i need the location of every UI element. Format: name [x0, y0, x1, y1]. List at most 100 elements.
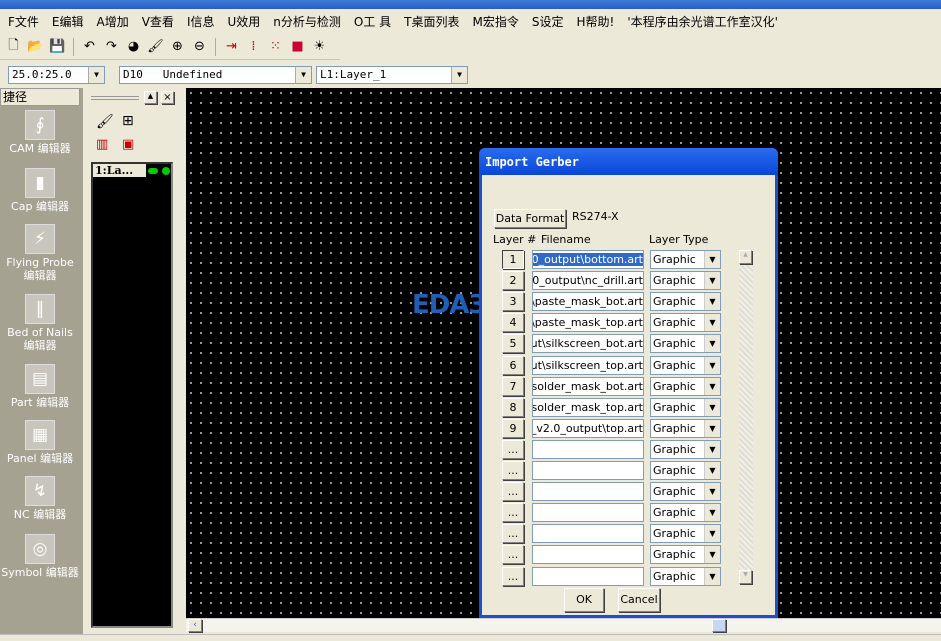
ok-button[interactable]: OK: [564, 588, 604, 612]
redo-icon[interactable]: ↷: [102, 37, 121, 56]
chevron-down-icon[interactable]: ▼: [704, 272, 720, 290]
filename-input[interactable]: [532, 545, 644, 565]
grid-dots-icon[interactable]: ⁙: [266, 37, 285, 56]
filename-input[interactable]: output\paste_mask_bot.art: [532, 292, 644, 312]
layer-type-select[interactable]: Graphic ▼: [650, 376, 721, 396]
chevron-down-icon[interactable]: ▼: [704, 440, 720, 458]
layer-type-select[interactable]: Graphic ▼: [650, 250, 721, 269]
layer-number-button[interactable]: ...: [502, 439, 524, 459]
shortcut-tool[interactable]: ⚡ Flying Probe 编辑器: [0, 224, 80, 282]
chevron-down-icon[interactable]: ▼: [704, 483, 720, 501]
chevron-down-icon[interactable]: ▼: [704, 567, 720, 585]
rows-scrollbar[interactable]: ▲ ▼: [739, 250, 753, 584]
layer-number-button[interactable]: 4: [502, 313, 524, 333]
chevron-down-icon[interactable]: ▼: [704, 546, 720, 564]
layer-visible-indicator[interactable]: [148, 167, 158, 174]
color-icon[interactable]: ■: [288, 37, 307, 56]
layer-type-select[interactable]: Graphic ▼: [650, 313, 721, 333]
layer-type-select[interactable]: Graphic ▼: [650, 461, 721, 480]
menu-item[interactable]: V查看: [142, 13, 174, 30]
chevron-down-icon[interactable]: ▼: [704, 293, 720, 311]
layer-type-select[interactable]: Graphic ▼: [650, 524, 721, 544]
filename-input[interactable]: [532, 482, 644, 502]
menu-item[interactable]: H帮助!: [576, 13, 614, 30]
shortcut-tool[interactable]: ‖ Bed of Nails 编辑器: [0, 294, 80, 352]
grid-icon[interactable]: ⁞: [244, 37, 263, 56]
grid-combo[interactable]: 25.0:25.0 ▼: [8, 66, 105, 84]
close-icon[interactable]: ×: [161, 91, 174, 104]
layer-number-button[interactable]: ...: [502, 524, 524, 544]
shortcut-tool[interactable]: ↯ NC 编辑器: [0, 476, 80, 521]
chevron-down-icon[interactable]: ▼: [704, 314, 720, 332]
layer-type-select[interactable]: Graphic ▼: [650, 503, 721, 523]
chevron-down-icon[interactable]: ▼: [704, 462, 720, 479]
menu-item[interactable]: U效用: [227, 13, 260, 30]
brush-icon[interactable]: 🖌: [96, 114, 114, 130]
menu-item[interactable]: '本程序由余光谱工作室汉化': [627, 13, 778, 30]
open-icon[interactable]: 📂: [26, 37, 45, 56]
layer-type-select[interactable]: Graphic ▼: [650, 439, 721, 459]
filename-input[interactable]: [532, 503, 644, 523]
layer-number-button[interactable]: 8: [502, 397, 524, 417]
chevron-down-icon[interactable]: ▼: [704, 525, 720, 543]
chevron-down-icon[interactable]: ▼: [88, 67, 104, 83]
layer-number-button[interactable]: ...: [502, 461, 524, 480]
clear-icon[interactable]: 🖌: [146, 37, 165, 56]
layer-number-button[interactable]: 9: [502, 418, 524, 438]
chevron-down-icon[interactable]: ▼: [704, 356, 720, 374]
chevron-down-icon[interactable]: ▼: [451, 67, 467, 83]
layer-type-select[interactable]: Graphic ▼: [650, 418, 721, 438]
menu-item[interactable]: E编辑: [52, 13, 84, 30]
scroll-thumb[interactable]: [712, 619, 726, 632]
collapse-button[interactable]: ▲: [144, 91, 157, 104]
layer-number-button[interactable]: 5: [502, 334, 524, 354]
scroll-left-button[interactable]: ‹: [188, 619, 202, 632]
layer-active-indicator[interactable]: [162, 166, 170, 175]
filename-input[interactable]: [532, 566, 644, 586]
filename-input[interactable]: pcb_v2.0_output\nc_drill.art: [532, 271, 644, 291]
layer-type-select[interactable]: Graphic ▼: [650, 545, 721, 565]
layer-type-select[interactable]: Graphic ▼: [650, 482, 721, 502]
light-icon[interactable]: ☀: [310, 37, 329, 56]
layer-type-select[interactable]: Graphic ▼: [650, 397, 721, 417]
layer-number-button[interactable]: 2: [502, 271, 524, 291]
layer-item[interactable]: 1:La...: [93, 164, 171, 177]
scroll-down-button[interactable]: ▼: [739, 570, 752, 584]
chevron-down-icon[interactable]: ▼: [704, 377, 720, 395]
menu-item[interactable]: F文件: [8, 13, 39, 30]
layer-number-button[interactable]: ...: [502, 566, 524, 586]
layer-type-select[interactable]: Graphic ▼: [650, 355, 721, 375]
filename-input[interactable]: pcb_v2.0_output\bottom.art: [532, 250, 644, 269]
shortcut-tool[interactable]: ◎ Symbol 编辑器: [0, 534, 80, 579]
layer-number-button[interactable]: ...: [502, 503, 524, 523]
menu-item[interactable]: S设定: [532, 13, 564, 30]
filename-input[interactable]: output\silkscreen_top.art: [532, 355, 644, 375]
menu-item[interactable]: A增加: [97, 13, 129, 30]
scroll-up-button[interactable]: ▲: [739, 250, 752, 264]
data-format-button[interactable]: Data Format: [494, 209, 566, 228]
layer-number-button[interactable]: 6: [502, 355, 524, 375]
layer-info-icon[interactable]: ▥: [96, 137, 108, 152]
layer-number-button[interactable]: ...: [502, 482, 524, 502]
zoom-out-icon[interactable]: ⊖: [190, 37, 209, 56]
menu-item[interactable]: T桌面列表: [404, 13, 459, 30]
layer-delete-icon[interactable]: ▣: [122, 137, 134, 152]
layer-type-select[interactable]: Graphic ▼: [650, 271, 721, 291]
shortcut-tool[interactable]: ∮ CAM 编辑器: [0, 110, 80, 155]
filename-input[interactable]: [532, 524, 644, 544]
chevron-down-icon[interactable]: ▼: [704, 251, 720, 268]
zoom-in-icon[interactable]: ⊕: [168, 37, 187, 56]
filename-input[interactable]: output\solder_mask_top.art: [532, 397, 644, 417]
dcode-combo[interactable]: D10 Undefined ▼: [119, 66, 312, 84]
shortcut-tool[interactable]: ▮ Cap 编辑器: [0, 168, 80, 213]
menu-item[interactable]: I信息: [187, 13, 215, 30]
layer-combo[interactable]: L1:Layer_1 ▼: [316, 66, 468, 84]
layer-number-button[interactable]: 3: [502, 292, 524, 312]
filename-input[interactable]: layer_v2.0_output\top.art: [532, 418, 644, 438]
menu-item[interactable]: O工 具: [354, 13, 391, 30]
layer-number-button[interactable]: 7: [502, 376, 524, 396]
undo-icon[interactable]: ↶: [80, 37, 99, 56]
menu-item[interactable]: M宏指令: [473, 13, 519, 30]
filename-input[interactable]: output\paste_mask_top.art: [532, 313, 644, 333]
filename-input[interactable]: [532, 461, 644, 480]
